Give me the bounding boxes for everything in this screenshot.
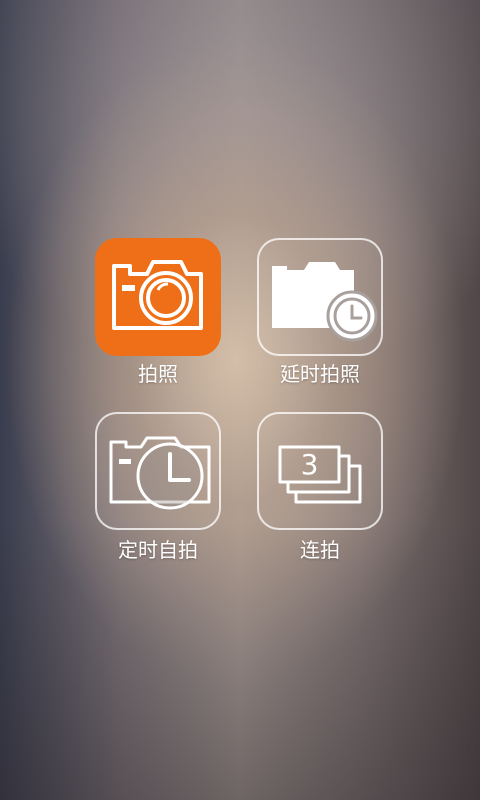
delayed-photo-button[interactable] <box>257 238 383 356</box>
photo-mode-label: 拍照 <box>138 362 178 386</box>
burst-mode-button[interactable]: 3 <box>257 412 383 530</box>
background-overlay <box>0 0 480 800</box>
camera-clock-icon <box>272 262 378 342</box>
self-timer-label: 定时自拍 <box>118 538 198 562</box>
burst-mode-label: 连拍 <box>300 538 340 562</box>
self-timer-icon <box>109 436 211 510</box>
delayed-photo-label: 延时拍照 <box>280 362 360 386</box>
self-timer-button[interactable] <box>95 412 221 530</box>
photo-mode-button[interactable] <box>95 238 221 356</box>
burst-count-badge: 3 <box>300 448 319 481</box>
camera-icon <box>112 260 203 330</box>
